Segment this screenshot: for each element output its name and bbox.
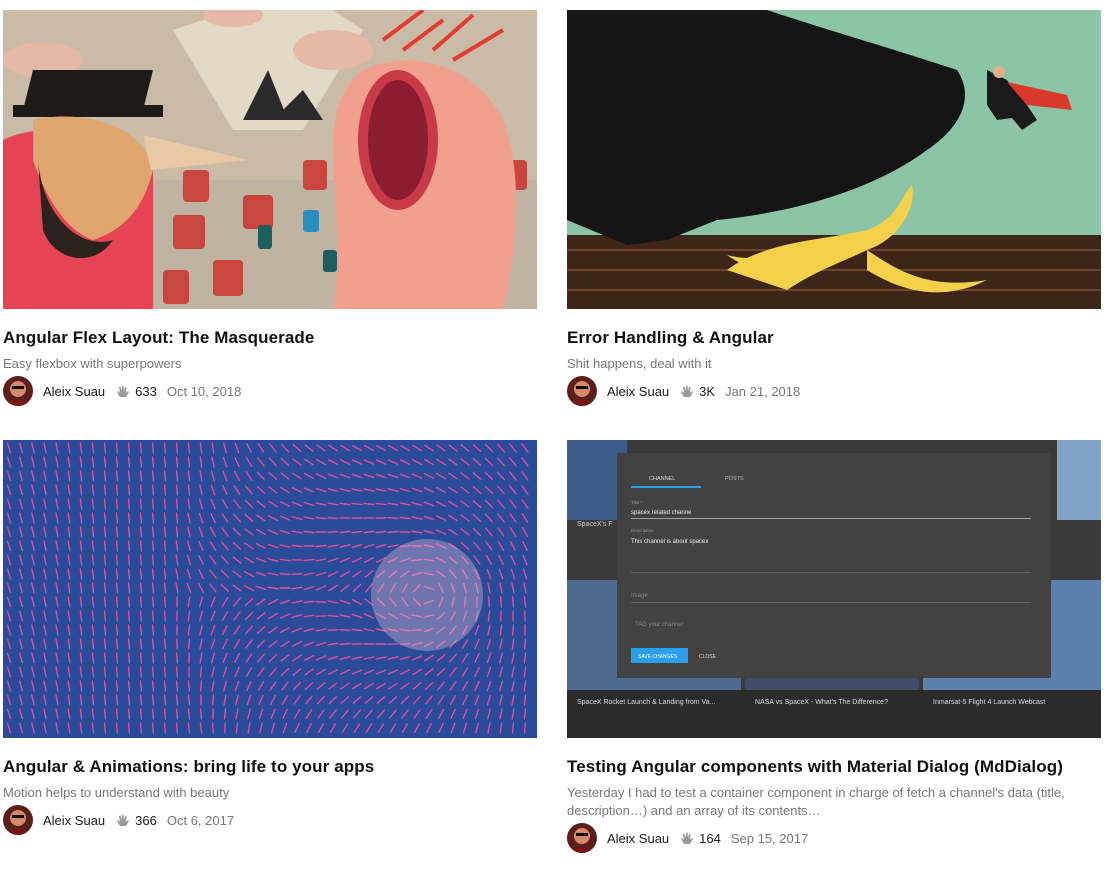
clap-count: 633 bbox=[135, 383, 157, 399]
article-title[interactable]: Angular Flex Layout: The Masquerade bbox=[3, 327, 537, 349]
article-meta: Aleix Suau 633 Oct 10, 2018 bbox=[3, 376, 537, 406]
bg-card-title: Inmarsat-5 Flight 4 Launch Webcast bbox=[933, 699, 1045, 706]
tag-input: TAG your channel bbox=[635, 622, 683, 628]
article-meta: Aleix Suau 366 Oct 6, 2017 bbox=[3, 805, 537, 835]
author-name[interactable]: Aleix Suau bbox=[43, 384, 105, 399]
publish-date: Sep 15, 2017 bbox=[730, 830, 809, 846]
clap-icon[interactable] bbox=[679, 830, 695, 846]
description-value: This channel is about spacex bbox=[631, 539, 708, 545]
clap-icon[interactable] bbox=[115, 383, 131, 399]
avatar[interactable] bbox=[3, 376, 33, 406]
author-name[interactable]: Aleix Suau bbox=[43, 813, 105, 828]
publish-date: Jan 21, 2018 bbox=[725, 383, 801, 399]
article-title[interactable]: Error Handling & Angular bbox=[567, 327, 1101, 349]
article-thumbnail[interactable]: SpaceX Rocket Launch & Landing from Va..… bbox=[567, 440, 1101, 738]
article-subtitle: Yesterday I had to test a container comp… bbox=[567, 785, 1065, 818]
article-title[interactable]: Testing Angular components with Material… bbox=[567, 756, 1101, 778]
save-changes-button: SAVE CHANGES bbox=[638, 654, 678, 660]
dialog-screenshot: SpaceX Rocket Launch & Landing from Va..… bbox=[567, 440, 1101, 738]
article-subtitle: Shit happens, deal with it bbox=[567, 356, 712, 371]
bg-card-title: SpaceX Rocket Launch & Landing from Va..… bbox=[577, 699, 715, 706]
close-button: CLOSE bbox=[699, 654, 717, 660]
clap-count: 3K bbox=[699, 383, 716, 399]
tab-posts: POSTS bbox=[725, 476, 744, 482]
clap-count: 164 bbox=[699, 830, 721, 846]
title-label: Title * bbox=[631, 500, 643, 505]
clap-icon[interactable] bbox=[679, 383, 695, 399]
article-thumbnail[interactable] bbox=[567, 10, 1101, 309]
article-subtitle: Easy flexbox with superpowers bbox=[3, 356, 182, 371]
avatar[interactable] bbox=[567, 376, 597, 406]
banana-slip-illustration bbox=[567, 10, 1101, 309]
bg-card-title: SpaceX's F bbox=[577, 521, 613, 528]
flow-field-illustration bbox=[3, 440, 537, 738]
author-name[interactable]: Aleix Suau bbox=[607, 384, 669, 399]
article-title[interactable]: Angular & Animations: bring life to your… bbox=[3, 756, 537, 778]
article-meta: Aleix Suau 3K Jan 21, 2018 bbox=[567, 376, 1101, 406]
avatar[interactable] bbox=[3, 805, 33, 835]
publish-date: Oct 6, 2017 bbox=[166, 812, 235, 828]
article-card[interactable]: SpaceX Rocket Launch & Landing from Va..… bbox=[567, 440, 1101, 853]
author-name[interactable]: Aleix Suau bbox=[607, 831, 669, 846]
article-meta: Aleix Suau 164 Sep 15, 2017 bbox=[567, 823, 1101, 853]
article-subtitle: Motion helps to understand with beauty bbox=[3, 785, 230, 800]
masquerade-illustration bbox=[3, 10, 537, 309]
clap-count: 366 bbox=[135, 812, 157, 828]
avatar[interactable] bbox=[567, 823, 597, 853]
tab-channel: CHANNEL bbox=[649, 476, 675, 482]
highlight-circle bbox=[371, 539, 483, 651]
publish-date: Oct 10, 2018 bbox=[166, 383, 242, 399]
description-label: Description bbox=[631, 528, 654, 533]
image-label: Image bbox=[631, 593, 648, 599]
bg-card-title: NASA vs SpaceX - What's The Difference? bbox=[755, 699, 888, 706]
article-card[interactable]: Angular Flex Layout: The Masquerade Easy… bbox=[3, 10, 537, 406]
title-value: spacex related channe bbox=[631, 510, 692, 516]
article-card[interactable]: Angular & Animations: bring life to your… bbox=[3, 440, 537, 835]
article-card[interactable]: Error Handling & Angular Shit happens, d… bbox=[567, 10, 1101, 406]
article-thumbnail[interactable] bbox=[3, 440, 537, 738]
article-thumbnail[interactable] bbox=[3, 10, 537, 309]
clap-icon[interactable] bbox=[115, 812, 131, 828]
